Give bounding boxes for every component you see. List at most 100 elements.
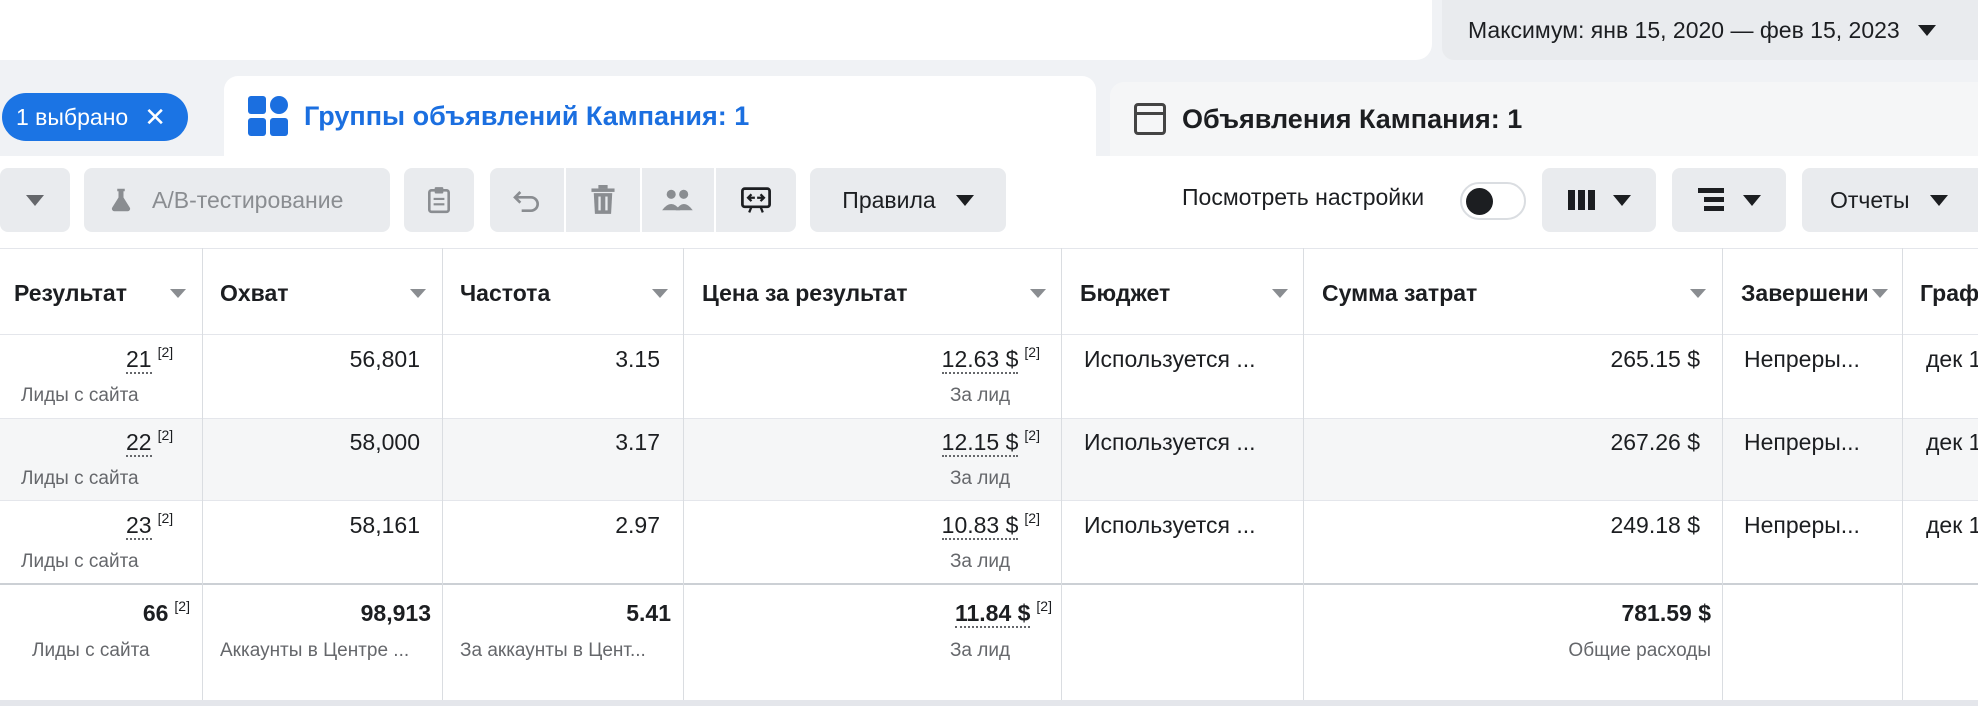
cpr-subtitle: За лид (949, 385, 1011, 406)
footnote: [2] (1024, 427, 1040, 443)
budget-value[interactable]: Используется ... (1084, 429, 1256, 456)
divider (1902, 248, 1903, 700)
view-settings-label: Посмотреть настройки (1182, 184, 1425, 210)
sort-caret-icon[interactable] (410, 289, 426, 298)
chevron-down-icon (1929, 194, 1948, 206)
ab-test-button[interactable]: A/B-тестирование (84, 168, 390, 232)
column-header-budget[interactable]: Бюджет (1080, 280, 1170, 307)
amount-spent-value: 249.18 $ (1610, 512, 1700, 538)
divider (1722, 248, 1723, 700)
divider (1303, 248, 1304, 700)
column-header-reach[interactable]: Охват (220, 280, 289, 307)
footnote: [2] (1024, 344, 1040, 360)
columns-icon (1568, 190, 1595, 210)
selected-chip[interactable]: 1 выбрано ✕ (2, 93, 188, 141)
total-result-value: 66 (142, 600, 169, 626)
footnote: [2] (157, 344, 174, 360)
total-reach: 98,913 (360, 600, 431, 626)
result-subtitle: Лиды с сайта (21, 385, 139, 406)
breakdown-icon (1698, 188, 1724, 211)
scrollbar-track[interactable] (0, 700, 1978, 706)
divider (0, 583, 1978, 585)
sort-caret-icon[interactable] (652, 289, 668, 298)
toggle-knob (1466, 188, 1493, 215)
close-icon[interactable]: ✕ (144, 104, 166, 130)
cost-per-result-value[interactable]: 10.83 $ [2] (700, 510, 1040, 540)
chevron-down-icon (1613, 194, 1631, 206)
column-header-result[interactable]: Результат (14, 280, 127, 307)
chevron-down-icon (26, 194, 44, 206)
reports-button[interactable]: Отчеты (1802, 168, 1978, 232)
result-value: 21 (126, 346, 152, 374)
clipboard-button[interactable] (404, 168, 474, 232)
table-row-result[interactable]: 22 [2] (126, 427, 173, 457)
rules-label: Правила (842, 186, 936, 213)
cpr-value: 10.83 $ (941, 512, 1019, 540)
swap-icon (741, 187, 771, 213)
sort-caret-icon[interactable] (1030, 289, 1046, 298)
schedule-value: дек 1 (1926, 429, 1978, 455)
schedule-value: дек 1 (1926, 346, 1978, 372)
sort-caret-icon[interactable] (1272, 289, 1288, 298)
cpr-value: 12.63 $ (941, 346, 1019, 374)
divider (0, 418, 1978, 419)
delete-button[interactable] (566, 168, 640, 232)
result-subtitle: Лиды с сайта (21, 468, 139, 489)
cpr-subtitle: За лид (949, 468, 1011, 489)
end-value: Непреры... (1744, 346, 1860, 372)
footnote: [2] (1036, 598, 1052, 614)
total-cpr-subtitle: За лид (949, 640, 1011, 661)
breakdown-button[interactable] (1672, 168, 1786, 232)
tab-ads-label: Объявления Кампания: 1 (1182, 103, 1523, 134)
footnote: [2] (174, 598, 190, 614)
edit-dropdown-button[interactable] (0, 168, 70, 232)
sort-caret-icon[interactable] (1872, 289, 1888, 298)
ab-compare-button[interactable] (716, 168, 796, 232)
cost-per-result-value[interactable]: 12.15 $ [2] (700, 427, 1040, 457)
footnote: [2] (157, 510, 174, 526)
budget-value[interactable]: Используется ... (1084, 512, 1256, 539)
footnote: [2] (1024, 510, 1040, 526)
column-header-cost-per-result[interactable]: Цена за результат (702, 280, 908, 307)
flask-icon (111, 188, 131, 212)
total-result-subtitle: Лиды с сайта (32, 640, 150, 661)
total-frequency: 5.41 (626, 600, 671, 626)
divider (0, 500, 1978, 501)
sort-caret-icon[interactable] (170, 289, 186, 298)
total-reach-subtitle: Аккаунты в Центре ... (220, 640, 410, 661)
tab-ads[interactable]: Объявления Кампания: 1 (1110, 82, 1978, 156)
column-header-end[interactable]: Завершение (1741, 280, 1867, 307)
search-bar-area[interactable] (0, 0, 1432, 60)
ab-test-label: A/B-тестирование (152, 186, 344, 213)
ads-window-icon (1134, 103, 1166, 135)
reach-value: 58,161 (349, 512, 420, 538)
reports-label: Отчеты (1830, 186, 1910, 213)
cost-per-result-value[interactable]: 12.63 $ [2] (700, 344, 1040, 374)
table-row-result[interactable]: 23 [2] (126, 510, 174, 540)
columns-button[interactable] (1542, 168, 1656, 232)
undo-button[interactable] (490, 168, 564, 232)
cpr-subtitle: За лид (949, 551, 1011, 572)
date-range-label: Максимум: янв 15, 2020 — фев 15, 2023 (1468, 16, 1900, 43)
total-result: 66 [2] (20, 598, 190, 627)
column-header-amount-spent[interactable]: Сумма затрат (1322, 280, 1477, 307)
date-range-picker[interactable]: Максимум: янв 15, 2020 — фев 15, 2023 (1442, 0, 1978, 60)
audience-button[interactable] (642, 168, 714, 232)
budget-value[interactable]: Используется ... (1084, 346, 1256, 373)
chevron-down-icon (955, 194, 974, 206)
column-header-schedule[interactable]: Графи (1920, 280, 1978, 307)
cpr-value: 12.15 $ (941, 429, 1019, 457)
adsets-grid-icon (248, 96, 288, 136)
table-row-result[interactable]: 21 [2] (126, 344, 174, 374)
tab-adsets[interactable]: Группы объявлений Кампания: 1 (224, 76, 1096, 156)
divider (0, 334, 1978, 335)
column-header-frequency[interactable]: Частота (460, 280, 550, 307)
divider (0, 248, 1978, 249)
result-subtitle: Лиды с сайта (21, 551, 139, 572)
view-settings-toggle[interactable] (1460, 182, 1526, 220)
total-frequency-subtitle: За аккаунты в Цент... (460, 640, 646, 661)
sort-caret-icon[interactable] (1690, 289, 1706, 298)
rules-button[interactable]: Правила (810, 168, 1006, 232)
divider (683, 248, 684, 700)
total-cost-per-result[interactable]: 11.84 $ [2] (700, 598, 1052, 628)
